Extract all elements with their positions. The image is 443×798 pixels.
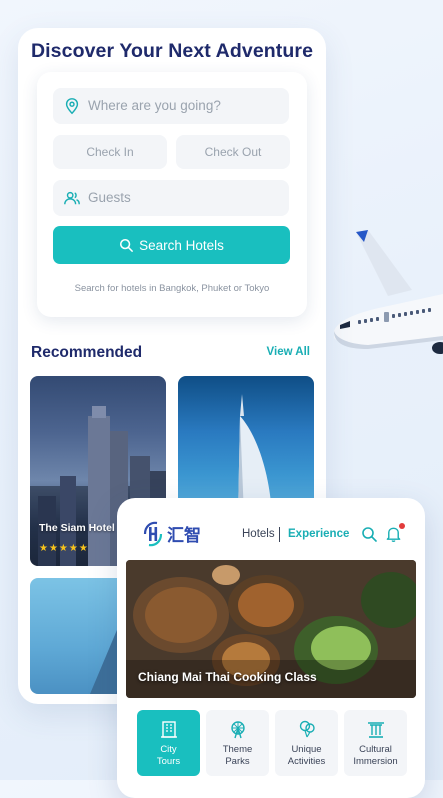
category-label: Parks	[225, 756, 250, 767]
experience-hero[interactable]: Chiang Mai Thai Cooking Class	[126, 560, 416, 698]
check-in-field[interactable]: Check In	[53, 135, 167, 169]
guests-field[interactable]: Guests	[53, 180, 289, 216]
search-icon	[120, 238, 134, 252]
ferris-wheel-icon	[231, 721, 245, 739]
hotel-photo-sail-tower	[238, 394, 272, 516]
hotel-name: The Siam Hotel	[39, 522, 115, 534]
page-title: Discover Your Next Adventure	[30, 40, 314, 62]
destination-input[interactable]: Where are you going?	[53, 88, 289, 124]
category-label: Immersion	[353, 756, 398, 767]
category-label: Theme	[222, 744, 253, 755]
brand-logo[interactable]: 汇智	[141, 520, 211, 550]
users-icon	[64, 191, 80, 205]
category-label: Activities	[287, 756, 326, 767]
check-out-field[interactable]: Check Out	[176, 135, 290, 169]
hotel-card-burj[interactable]	[178, 376, 314, 516]
search-hotels-button[interactable]: Search Hotels	[53, 226, 290, 264]
star-rating: ★★★★★	[39, 543, 89, 554]
category-city-tours[interactable]: City Tours	[137, 710, 200, 776]
nav-hotels[interactable]: Hotels	[242, 528, 275, 540]
airplane-illustration	[334, 230, 443, 354]
nav-experience[interactable]: Experience	[288, 528, 349, 540]
category-label: Cultural	[359, 744, 392, 755]
hero-title: Chiang Mai Thai Cooking Class	[138, 670, 317, 684]
search-hotels-label: Search Hotels	[139, 237, 224, 253]
view-all-link[interactable]: View All	[267, 346, 310, 358]
search-icon[interactable]	[361, 526, 377, 542]
search-panel: Where are you going? Check In Check Out …	[37, 72, 307, 317]
nav-divider	[279, 527, 280, 542]
category-label: City	[160, 744, 177, 755]
logo-text: 汇智	[167, 526, 201, 546]
category-cultural-immersion[interactable]: Cultural Immersion	[344, 710, 407, 776]
guests-placeholder: Guests	[88, 190, 131, 205]
check-out-label: Check Out	[204, 145, 262, 159]
logo-mark-icon	[143, 521, 163, 547]
location-pin-icon	[65, 98, 79, 115]
category-label: Unique	[291, 744, 322, 755]
category-unique-activities[interactable]: Unique Activities	[275, 710, 338, 776]
column-icon	[368, 722, 384, 738]
search-hint: Search for hotels in Bangkok, Phuket or …	[74, 283, 270, 294]
experience-card: 汇智 Hotels Experience Chiang Mai Thai Coo…	[117, 498, 425, 798]
destination-placeholder: Where are you going?	[88, 98, 221, 113]
category-row: CityTours ThemeParks UniqueActivities	[137, 710, 407, 776]
notification-dot	[399, 523, 405, 529]
building-icon	[161, 721, 177, 738]
category-label: Tours	[156, 756, 181, 767]
recommended-heading: Recommended	[31, 344, 143, 361]
balloon-icon	[299, 720, 315, 738]
category-theme-parks[interactable]: Theme Parks	[206, 710, 269, 776]
check-in-label: Check In	[86, 145, 134, 159]
